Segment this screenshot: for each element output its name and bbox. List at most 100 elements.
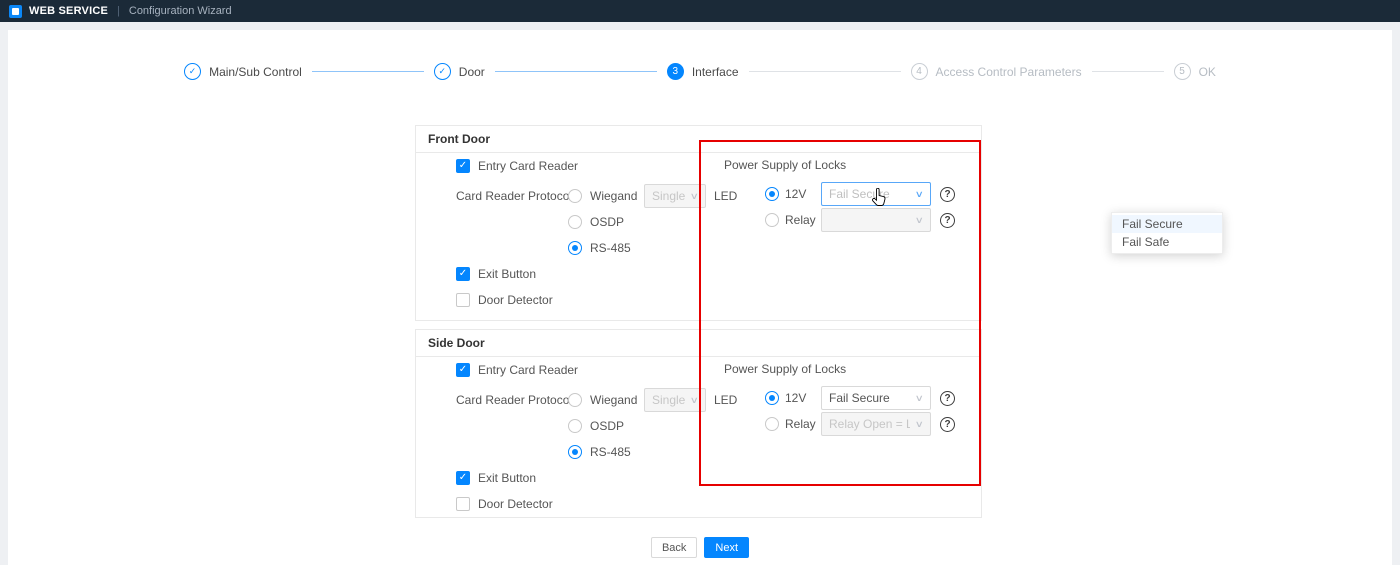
step-label: Interface (692, 65, 739, 79)
front-door-panel: Front Door ✓ Entry Card Reader Card Read… (415, 125, 982, 321)
page-title: Configuration Wizard (129, 5, 232, 17)
stepper-connector (749, 71, 901, 72)
card-reader-protocol-group: Card Reader Protocol Wiegand Single ∨ LE… (456, 387, 737, 465)
power-relay-label: Relay (785, 417, 815, 431)
radio-selected-icon[interactable] (568, 445, 582, 459)
entry-card-reader-label: Entry Card Reader (478, 159, 578, 173)
checkbox-unchecked-icon[interactable] (456, 497, 470, 511)
help-icon[interactable]: ? (940, 417, 955, 432)
next-button[interactable]: Next (704, 537, 749, 558)
radio-unselected-icon[interactable] (765, 417, 779, 431)
relay-mode-select[interactable]: Relay Open = Locked ∨ (821, 412, 931, 436)
chevron-down-icon: ∨ (690, 191, 699, 202)
select-value: Single (652, 189, 685, 203)
side-door-panel: Side Door ✓ Entry Card Reader Card Reade… (415, 329, 982, 518)
step-interface: 3 Interface (667, 63, 739, 80)
entry-card-reader-checkbox[interactable]: ✓ Entry Card Reader (456, 363, 737, 377)
exit-button-checkbox[interactable]: ✓ Exit Button (456, 267, 737, 281)
radio-unselected-icon[interactable] (568, 419, 582, 433)
radio-unselected-icon[interactable] (568, 189, 582, 203)
panel-title: Front Door (416, 126, 981, 153)
card-reader-protocol-label: Card Reader Protocol (456, 387, 568, 465)
step-door: ✓ Door (434, 63, 485, 80)
wiegand-mode-select[interactable]: Single ∨ (644, 388, 706, 412)
wiegand-label: Wiegand (590, 393, 636, 407)
step-access-control-parameters: 4 Access Control Parameters (911, 63, 1082, 80)
chevron-down-icon: ∨ (690, 395, 699, 406)
wizard-stepper: ✓ Main/Sub Control ✓ Door 3 Interface 4 … (0, 63, 1400, 80)
select-value: Fail Secure (829, 187, 890, 201)
topbar-divider: | (117, 5, 120, 17)
step-done-check-icon: ✓ (184, 63, 201, 80)
step-number-badge: 4 (911, 63, 928, 80)
step-label: Access Control Parameters (936, 65, 1082, 79)
power-12v-label: 12V (785, 391, 815, 405)
power-12v-option[interactable]: 12V Fail Secure ∨ ? (765, 181, 955, 207)
lock-mode-select[interactable]: Fail Secure ∨ (821, 182, 931, 206)
step-ok: 5 OK (1174, 63, 1216, 80)
door-detector-checkbox[interactable]: Door Detector (456, 497, 737, 511)
lock-mode-select[interactable]: Fail Secure ∨ (821, 386, 931, 410)
top-bar: WEB SERVICE | Configuration Wizard (0, 0, 1400, 22)
dropdown-option-fail-safe[interactable]: Fail Safe (1112, 233, 1222, 251)
rs485-option[interactable]: RS-485 (568, 235, 737, 261)
door-detector-checkbox[interactable]: Door Detector (456, 293, 737, 307)
card-reader-protocol-label: Card Reader Protocol (456, 183, 568, 261)
stepper-connector (495, 71, 657, 72)
checkbox-unchecked-icon[interactable] (456, 293, 470, 307)
stepper-connector (1092, 71, 1164, 72)
radio-selected-icon[interactable] (765, 391, 779, 405)
step-main-sub-control: ✓ Main/Sub Control (184, 63, 302, 80)
help-icon[interactable]: ? (940, 213, 955, 228)
radio-selected-icon[interactable] (568, 241, 582, 255)
step-label: Door (459, 65, 485, 79)
back-button[interactable]: Back (651, 537, 697, 558)
entry-card-reader-label: Entry Card Reader (478, 363, 578, 377)
power-12v-option[interactable]: 12V Fail Secure ∨ ? (765, 385, 955, 411)
radio-unselected-icon[interactable] (765, 213, 779, 227)
brand-logo-icon (9, 5, 22, 18)
radio-unselected-icon[interactable] (568, 215, 582, 229)
checkbox-checked-icon[interactable]: ✓ (456, 363, 470, 377)
entry-card-reader-checkbox[interactable]: ✓ Entry Card Reader (456, 159, 737, 173)
checkbox-checked-icon[interactable]: ✓ (456, 471, 470, 485)
select-value: Fail Secure (829, 391, 890, 405)
door-detector-label: Door Detector (478, 497, 553, 511)
configuration-wizard-screen: WEB SERVICE | Configuration Wizard ✓ Mai… (0, 0, 1400, 565)
power-supply-title: Power Supply of Locks (724, 158, 955, 172)
panel-title: Side Door (416, 330, 981, 357)
checkbox-checked-icon[interactable]: ✓ (456, 267, 470, 281)
step-label: Main/Sub Control (209, 65, 302, 79)
step-label: OK (1199, 65, 1216, 79)
power-relay-label: Relay (785, 213, 815, 227)
checkbox-checked-icon[interactable]: ✓ (456, 159, 470, 173)
radio-selected-icon[interactable] (765, 187, 779, 201)
wiegand-mode-select[interactable]: Single ∨ (644, 184, 706, 208)
reader-settings-column: ✓ Entry Card Reader Card Reader Protocol… (456, 159, 737, 307)
power-relay-option[interactable]: Relay Relay Open = Locked ∨ ? (765, 411, 955, 437)
select-value: Single (652, 393, 685, 407)
select-value: Relay Open = Locked (829, 417, 910, 431)
radio-unselected-icon[interactable] (568, 393, 582, 407)
rs485-option[interactable]: RS-485 (568, 439, 737, 465)
step-done-check-icon: ✓ (434, 63, 451, 80)
panel-body: ✓ Entry Card Reader Card Reader Protocol… (416, 153, 981, 320)
wizard-footer: Back Next (0, 537, 1400, 558)
panel-body: ✓ Entry Card Reader Card Reader Protocol… (416, 357, 981, 517)
exit-button-label: Exit Button (478, 471, 536, 485)
card-reader-protocol-group: Card Reader Protocol Wiegand Single ∨ LE… (456, 183, 737, 261)
stepper-connector (312, 71, 424, 72)
power-relay-option[interactable]: Relay ∨ ? (765, 207, 955, 233)
osdp-label: OSDP (590, 419, 624, 433)
rs485-label: RS-485 (590, 241, 631, 255)
wiegand-label: Wiegand (590, 189, 636, 203)
help-icon[interactable]: ? (940, 187, 955, 202)
relay-mode-select[interactable]: ∨ (821, 208, 931, 232)
help-icon[interactable]: ? (940, 391, 955, 406)
rs485-label: RS-485 (590, 445, 631, 459)
osdp-label: OSDP (590, 215, 624, 229)
chevron-down-icon: ∨ (915, 419, 924, 430)
exit-button-checkbox[interactable]: ✓ Exit Button (456, 471, 737, 485)
dropdown-option-fail-secure[interactable]: Fail Secure (1112, 215, 1222, 233)
door-detector-label: Door Detector (478, 293, 553, 307)
